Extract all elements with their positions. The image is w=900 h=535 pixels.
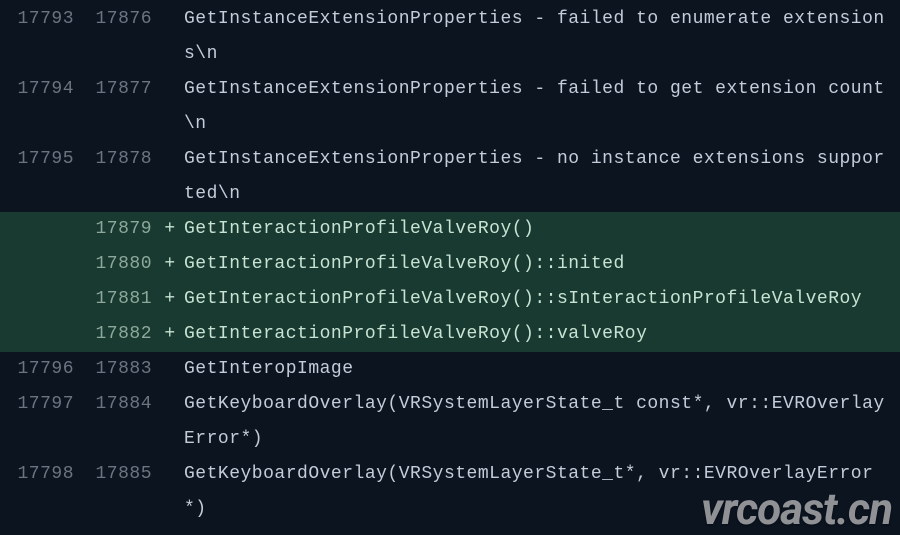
old-line-number: 17795 <box>0 142 78 177</box>
diff-code-text: GetInstanceExtensionProperties - failed … <box>184 72 900 142</box>
old-line-number: 17798 <box>0 457 78 492</box>
diff-row-context[interactable]: 1779717884 GetKeyboardOverlay(VRSystemLa… <box>0 387 900 457</box>
diff-marker: + <box>156 212 184 247</box>
diff-marker: + <box>156 317 184 352</box>
diff-code-text: GetInteractionProfileValveRoy()::sIntera… <box>184 282 900 317</box>
diff-row-added[interactable]: 17882+GetInteractionProfileValveRoy()::v… <box>0 317 900 352</box>
diff-code-text: GetInteractionProfileValveRoy() <box>184 212 900 247</box>
new-line-number: 17885 <box>78 457 156 492</box>
diff-code-text: GetKeyboardOverlay(VRSystemLayerState_t*… <box>184 457 900 527</box>
new-line-number: 17878 <box>78 142 156 177</box>
new-line-number: 17884 <box>78 387 156 422</box>
new-line-number: 17879 <box>78 212 156 247</box>
diff-code-text: GetKeyboardOverlay(VRSystemLayerState_t … <box>184 387 900 457</box>
new-line-number: 17876 <box>78 2 156 37</box>
diff-row-context[interactable]: 1779617883 GetInteropImage <box>0 352 900 387</box>
diff-row-context[interactable]: 1779417877 GetInstanceExtensionPropertie… <box>0 72 900 142</box>
diff-marker: + <box>156 282 184 317</box>
new-line-number: 17882 <box>78 317 156 352</box>
diff-row-added[interactable]: 17881+GetInteractionProfileValveRoy()::s… <box>0 282 900 317</box>
old-line-number: 17794 <box>0 72 78 107</box>
new-line-number: 17877 <box>78 72 156 107</box>
old-line-number: 17796 <box>0 352 78 387</box>
old-line-number: 17797 <box>0 387 78 422</box>
diff-code-text: GetInstanceExtensionProperties - no inst… <box>184 142 900 212</box>
diff-code-text: GetInteractionProfileValveRoy()::inited <box>184 247 900 282</box>
new-line-number: 17881 <box>78 282 156 317</box>
new-line-number: 17880 <box>78 247 156 282</box>
diff-code-text: GetInteropImage <box>184 352 900 387</box>
diff-code-text: GetInstanceExtensionProperties - failed … <box>184 2 900 72</box>
new-line-number: 17883 <box>78 352 156 387</box>
diff-row-added[interactable]: 17879+GetInteractionProfileValveRoy() <box>0 212 900 247</box>
diff-view: 1779317876 GetInstanceExtensionPropertie… <box>0 0 900 525</box>
diff-row-added[interactable]: 17880+GetInteractionProfileValveRoy()::i… <box>0 247 900 282</box>
diff-code-text: GetInteractionProfileValveRoy()::valveRo… <box>184 317 900 352</box>
diff-marker: + <box>156 247 184 282</box>
old-line-number: 17793 <box>0 2 78 37</box>
diff-row-context[interactable]: 1779517878 GetInstanceExtensionPropertie… <box>0 142 900 212</box>
diff-row-context[interactable]: 1779317876 GetInstanceExtensionPropertie… <box>0 2 900 72</box>
diff-row-context[interactable]: 1779817885 GetKeyboardOverlay(VRSystemLa… <box>0 457 900 527</box>
